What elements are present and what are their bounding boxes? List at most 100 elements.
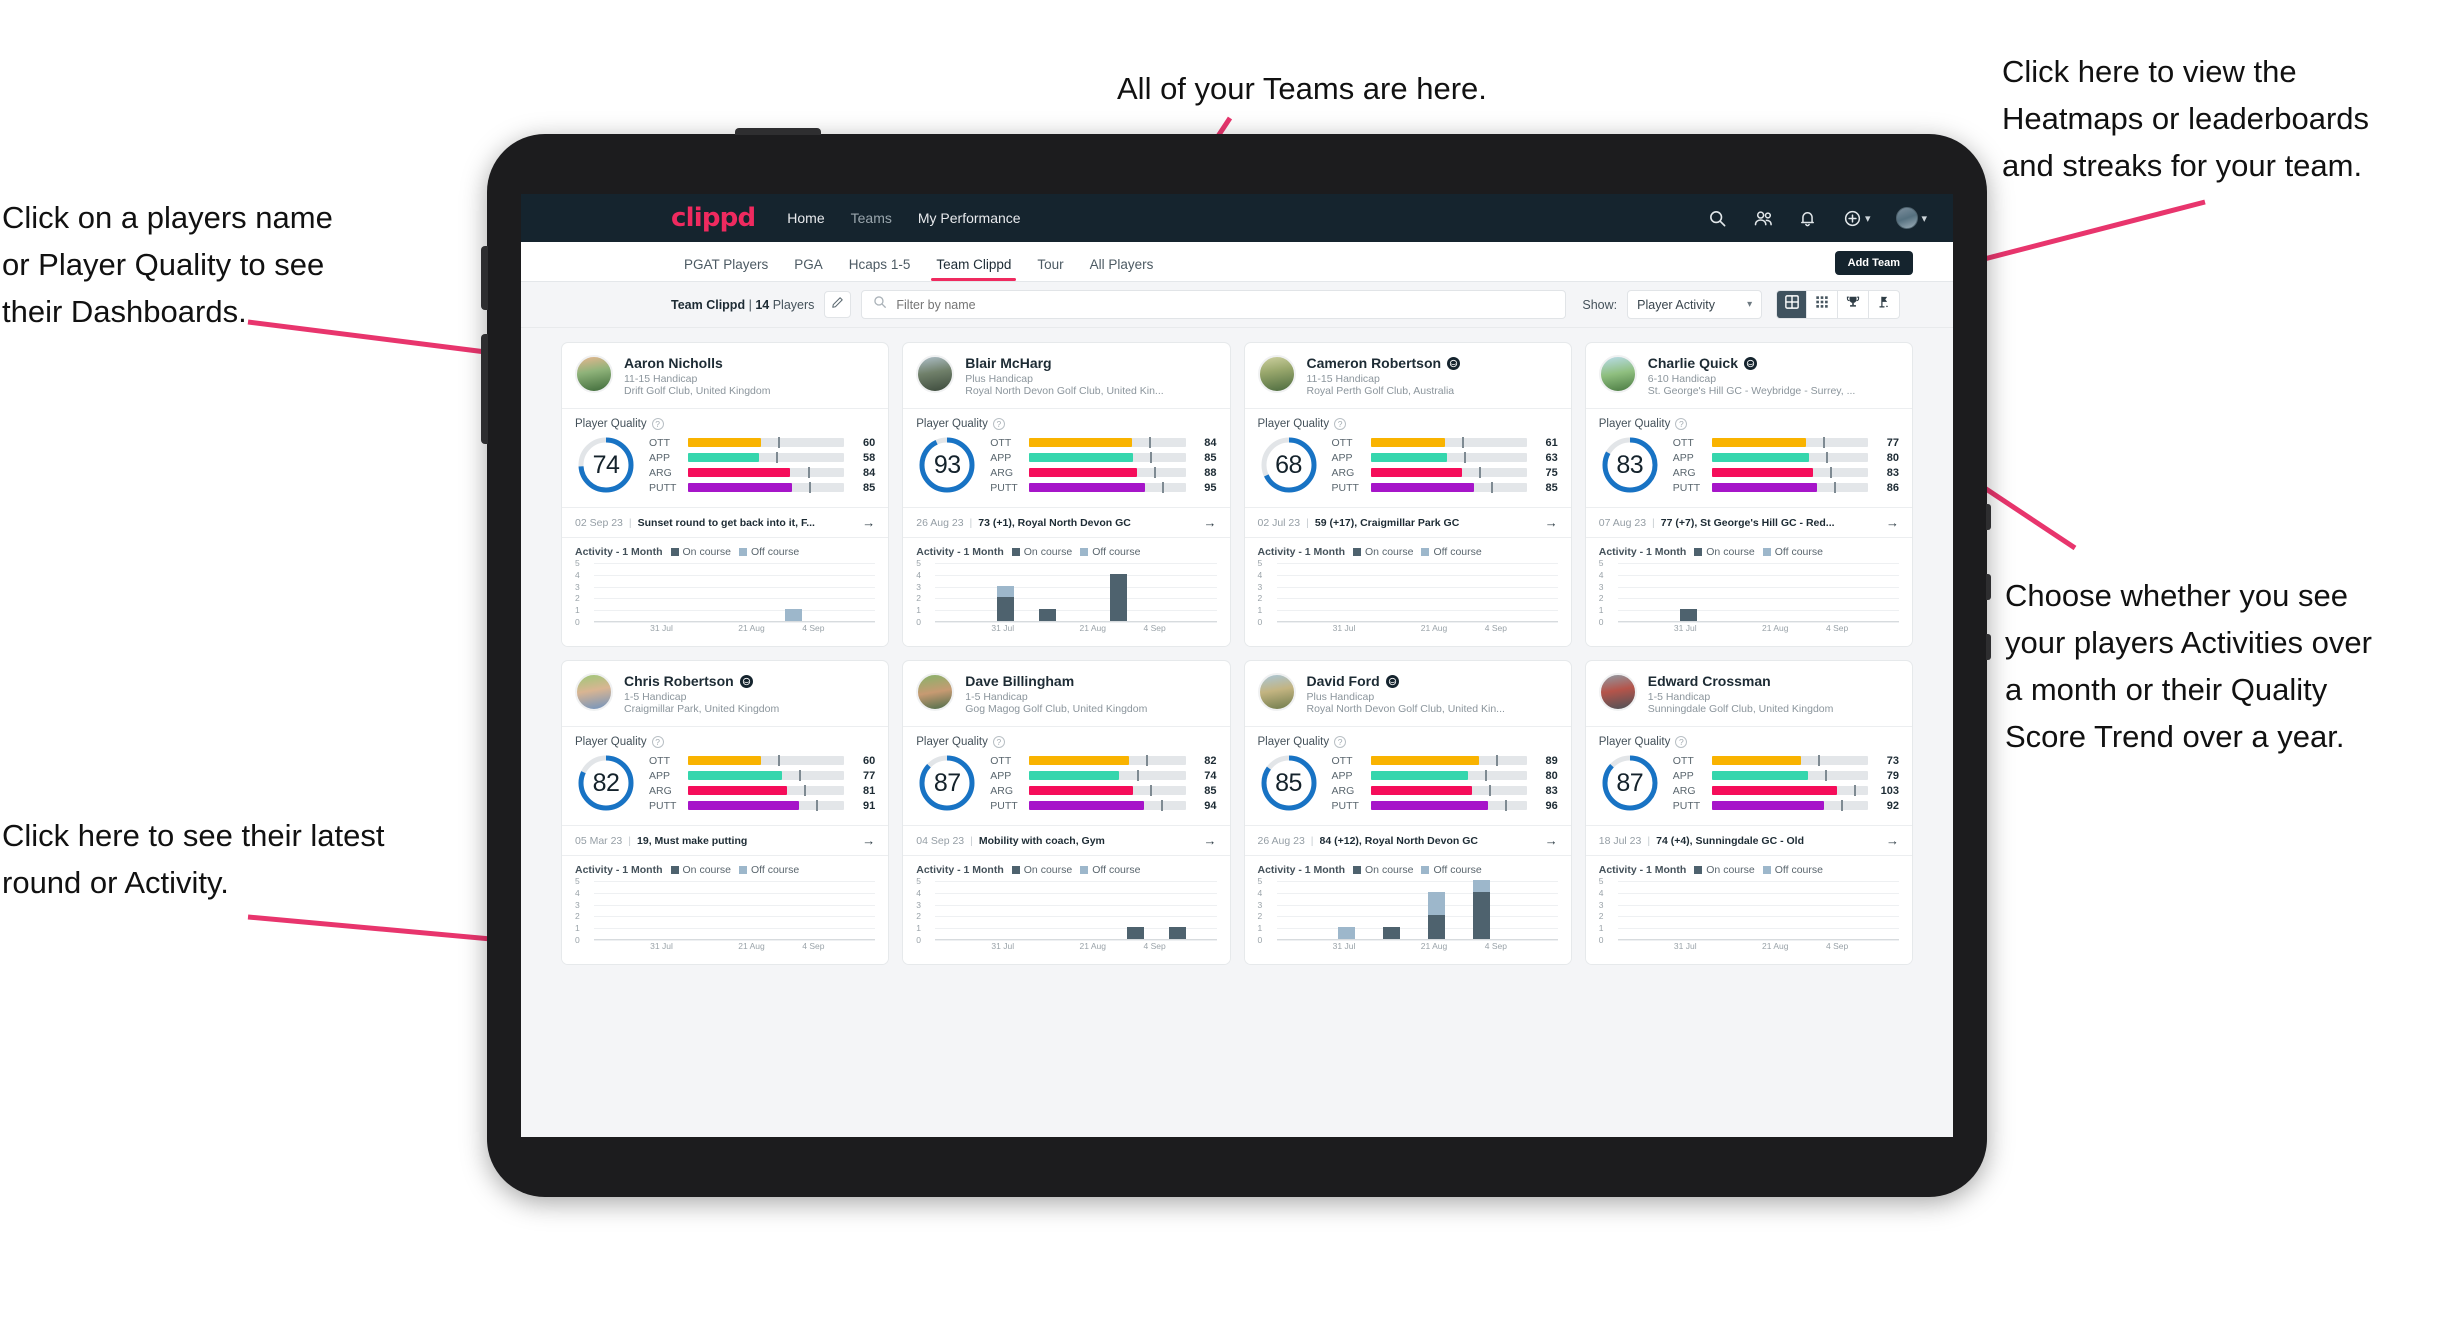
player-card[interactable]: Blair McHarg Plus Handicap Royal North D… [902,342,1231,647]
player-avatar[interactable] [575,673,613,711]
tab-team-clippd[interactable]: Team Clippd [923,257,1024,281]
grid-view-button[interactable] [1776,290,1808,319]
tab-tour[interactable]: Tour [1024,257,1076,281]
help-icon[interactable]: ? [1334,418,1347,430]
player-quality-section[interactable]: Player Quality ? 87 OTT 73 APP 79 ARG 10… [1585,726,1912,825]
help-icon[interactable]: ? [651,418,664,430]
avatar[interactable] [1896,207,1919,229]
tab-all-players[interactable]: All Players [1077,257,1167,281]
player-handicap: Plus Handicap [965,373,1033,385]
arrow-right-icon[interactable]: → [854,833,875,848]
player-card[interactable]: Chris Robertson 1-5 Handicap Craigmillar… [561,660,890,965]
player-avatar[interactable] [916,355,955,393]
player-card-header[interactable]: David Ford Plus Handicap Royal North Dev… [1245,661,1571,726]
player-card-header[interactable]: Blair McHarg Plus Handicap Royal North D… [903,343,1229,408]
arrow-right-icon[interactable]: → [1878,833,1899,848]
help-icon[interactable]: ? [1675,736,1688,748]
bell-icon[interactable] [1798,209,1817,228]
player-card[interactable]: Aaron Nicholls 11-15 Handicap Drift Golf… [561,342,890,647]
chevron-down-icon[interactable]: ▾ [1921,212,1927,225]
leaderboard-button[interactable] [1838,290,1870,319]
people-icon[interactable] [1753,209,1772,228]
player-card-header[interactable]: Dave Billingham 1-5 Handicap Gog Magog G… [903,661,1229,726]
latest-round-row[interactable]: 02 Jul 23 | 59 (+17), Craigmillar Park G… [1244,507,1571,537]
quality-bar-label: APP [1672,451,1694,464]
player-avatar[interactable] [1598,355,1637,393]
annotation-heatmaps: Click here to view the Heatmaps or leade… [2002,54,2370,183]
help-icon[interactable]: ? [1675,418,1688,430]
player-card[interactable]: Charlie Quick 6-10 Handicap St. George's… [1584,342,1913,647]
player-card[interactable]: Cameron Robertson 11-15 Handicap Royal P… [1243,342,1572,647]
latest-round-row[interactable]: 07 Aug 23 | 77 (+7), St George's Hill GC… [1585,507,1912,537]
latest-round-row[interactable]: 26 Aug 23 | 84 (+12), Royal North Devon … [1244,825,1571,855]
latest-round-row[interactable]: 05 Mar 23 | 19, Must make putting → [562,825,889,855]
tab-pgat-players[interactable]: PGAT Players [671,257,781,281]
show-select[interactable]: Player Activity ▾ [1627,290,1763,319]
add-menu[interactable]: ▾ [1843,209,1871,228]
nav-link-teams[interactable]: Teams [851,210,892,226]
clippd-logo[interactable]: clippd [671,203,756,233]
player-avatar[interactable] [1257,673,1296,711]
player-name[interactable]: Edward Crossman [1648,673,1834,689]
dense-grid-view-button[interactable] [1807,290,1839,319]
player-name[interactable]: Dave Billingham [965,673,1147,689]
search-input[interactable] [896,297,1555,312]
help-icon[interactable]: ? [992,418,1005,430]
add-team-button[interactable]: Add Team [1834,251,1913,275]
player-quality-section[interactable]: Player Quality ? 74 OTT 60 APP 58 ARG 84… [562,408,889,507]
player-avatar[interactable] [1598,673,1637,711]
player-name[interactable]: Chris Robertson [624,673,779,689]
quality-score-value: 68 [1275,450,1302,479]
arrow-right-icon[interactable]: → [1196,833,1217,848]
player-avatar[interactable] [1257,355,1296,393]
tab-pga[interactable]: PGA [781,257,836,281]
account-menu[interactable]: ▾ [1896,207,1927,229]
player-name[interactable]: Blair McHarg [965,355,1163,371]
help-icon[interactable]: ? [992,736,1005,748]
quality-bar-track [1370,452,1527,463]
help-icon[interactable]: ? [651,736,664,748]
arrow-right-icon[interactable]: → [854,515,875,530]
plus-circle-icon[interactable] [1843,209,1862,228]
player-quality-section[interactable]: Player Quality ? 85 OTT 89 APP 80 ARG 83… [1244,726,1571,825]
quality-bar-label: APP [990,769,1012,782]
nav-link-home[interactable]: Home [787,210,824,226]
help-icon[interactable]: ? [1334,736,1347,748]
player-card[interactable]: Dave Billingham 1-5 Handicap Gog Magog G… [902,660,1231,965]
player-avatar[interactable] [575,355,613,393]
latest-round-row[interactable]: 18 Jul 23 | 74 (+4), Sunningdale GC - Ol… [1585,825,1912,855]
edit-team-button[interactable] [824,291,852,318]
arrow-right-icon[interactable]: → [1537,833,1558,848]
tab-hcaps-1-5[interactable]: Hcaps 1-5 [836,257,924,281]
player-card-header[interactable]: Charlie Quick 6-10 Handicap St. George's… [1586,343,1912,408]
arrow-right-icon[interactable]: → [1537,515,1558,530]
latest-round-row[interactable]: 02 Sep 23 | Sunset round to get back int… [562,507,889,537]
latest-round-row[interactable]: 26 Aug 23 | 73 (+1), Royal North Devon G… [903,507,1230,537]
player-name[interactable]: Aaron Nicholls [624,355,770,371]
arrow-right-icon[interactable]: → [1878,515,1899,530]
arrow-right-icon[interactable]: → [1196,515,1217,530]
nav-link-my-performance[interactable]: My Performance [918,210,1021,226]
player-card-header[interactable]: Edward Crossman 1-5 Handicap Sunningdale… [1586,661,1912,726]
player-card[interactable]: Edward Crossman 1-5 Handicap Sunningdale… [1584,660,1913,965]
player-card-header[interactable]: Aaron Nicholls 11-15 Handicap Drift Golf… [562,343,888,408]
player-quality-section[interactable]: Player Quality ? 87 OTT 82 APP 74 ARG 85… [903,726,1230,825]
player-name[interactable]: Cameron Robertson [1307,355,1461,371]
search-icon[interactable] [1708,209,1727,228]
player-card-header[interactable]: Chris Robertson 1-5 Handicap Craigmillar… [562,661,888,726]
player-quality-section[interactable]: Player Quality ? 68 OTT 61 APP 63 ARG 75… [1244,408,1571,507]
player-card[interactable]: David Ford Plus Handicap Royal North Dev… [1243,660,1572,965]
player-name[interactable]: Charlie Quick [1648,355,1856,371]
activity-chart: 012345 31 Jul 21 Aug 4 Sep [916,876,1217,955]
player-name[interactable]: David Ford [1307,673,1505,689]
heatmap-button[interactable] [1869,290,1901,319]
player-quality-section[interactable]: Player Quality ? 82 OTT 60 APP 77 ARG 81… [562,726,889,825]
player-quality-section[interactable]: Player Quality ? 93 OTT 84 APP 85 ARG 88… [903,408,1230,507]
search-field[interactable] [861,290,1567,319]
chevron-down-icon[interactable]: ▾ [1865,212,1871,225]
latest-round-row[interactable]: 04 Sep 23 | Mobility with coach, Gym → [903,825,1230,855]
player-avatar[interactable] [916,673,955,711]
player-quality-section[interactable]: Player Quality ? 83 OTT 77 APP 80 ARG 83… [1585,408,1912,507]
player-card-header[interactable]: Cameron Robertson 11-15 Handicap Royal P… [1245,343,1571,408]
player-handicap: Plus Handicap [1306,691,1375,703]
